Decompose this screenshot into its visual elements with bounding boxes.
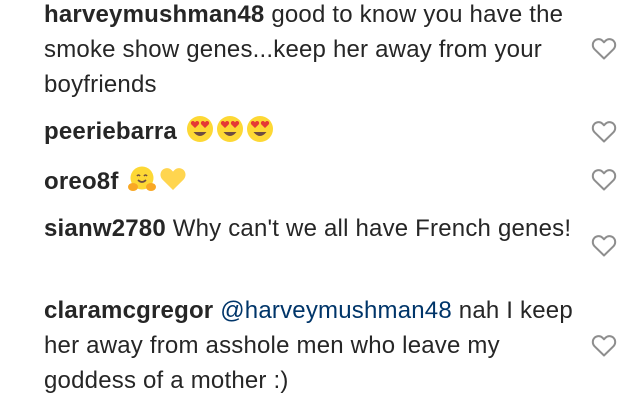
comment-item: sianw2780 Why can't we all have French g… (44, 211, 574, 246)
comment-emojis (184, 116, 274, 145)
comment-username[interactable]: harveymushman48 (44, 1, 264, 28)
heart-eyes-face-icon (216, 116, 243, 142)
like-button[interactable] (591, 120, 617, 144)
like-button[interactable] (591, 168, 617, 192)
comment-username[interactable]: sianw2780 (44, 215, 166, 242)
heart-eyes-face-icon (246, 116, 273, 142)
comment-item: harveymushman48 good to know you have th… (44, 0, 574, 102)
like-button[interactable] (591, 334, 617, 358)
heart-outline-icon (591, 169, 617, 191)
yellow-heart-icon (160, 168, 186, 190)
comment-username[interactable]: peeriebarra (44, 118, 177, 145)
comment-item: oreo8f (44, 164, 574, 199)
heart-eyes-face-icon (186, 116, 213, 142)
heart-outline-icon (591, 38, 617, 60)
like-button[interactable] (591, 234, 617, 258)
comment-username[interactable]: claramcgregor (44, 297, 213, 324)
hugging-face-icon (128, 166, 157, 191)
like-button[interactable] (591, 37, 617, 61)
comment-username[interactable]: oreo8f (44, 168, 119, 195)
heart-outline-icon (591, 121, 617, 143)
comment-mention[interactable]: @harveymushman48 (220, 297, 452, 324)
heart-outline-icon (591, 235, 617, 257)
comment-emojis (125, 166, 187, 195)
comment-text: Why can't we all have French genes! (172, 215, 572, 242)
comments-list: harveymushman48 good to know you have th… (0, 0, 634, 403)
comment-item: claramcgregor @harveymushman48 nah I kee… (44, 293, 574, 398)
comment-item: peeriebarra (44, 114, 574, 149)
heart-outline-icon (591, 335, 617, 357)
